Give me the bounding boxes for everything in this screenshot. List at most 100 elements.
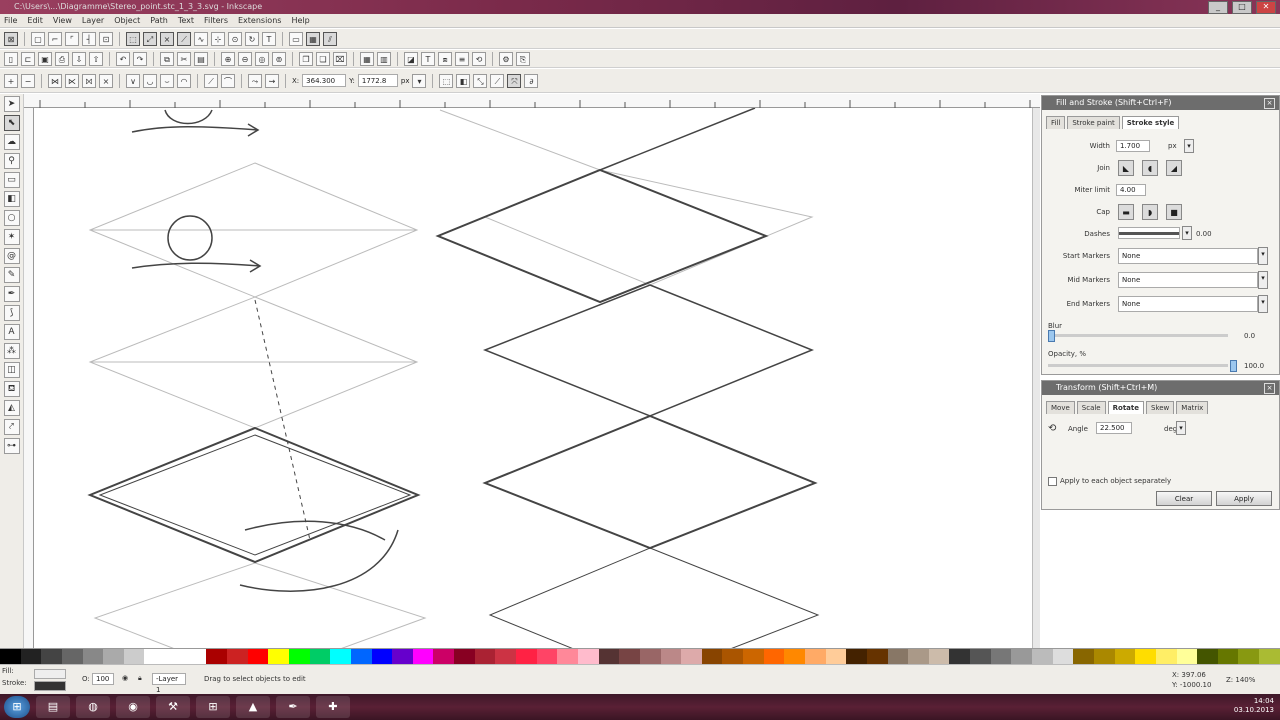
miter-limit-field[interactable]: 4.00 xyxy=(1116,184,1146,196)
palette-swatch[interactable] xyxy=(763,649,785,665)
zoom-width-icon[interactable]: ⊚ xyxy=(272,51,286,66)
palette-swatch[interactable] xyxy=(1217,649,1239,665)
rectangle-tool-icon[interactable]: ▭ xyxy=(3,172,20,188)
palette-swatch[interactable] xyxy=(61,649,83,665)
blur-slider[interactable] xyxy=(1048,334,1228,337)
zoom-drawing-icon[interactable]: ⊖ xyxy=(238,51,252,66)
unit-dropdown-icon[interactable]: ▾ xyxy=(1184,139,1194,153)
palette-swatch[interactable] xyxy=(1052,649,1074,665)
opacity-slider-handle[interactable] xyxy=(1230,360,1237,372)
palette-swatch[interactable] xyxy=(619,649,640,665)
palette-swatch[interactable] xyxy=(536,649,558,665)
horizontal-ruler[interactable] xyxy=(24,94,1040,108)
miter-join-icon[interactable]: ◣ xyxy=(1118,160,1134,176)
tab-stroke-style[interactable]: Stroke style xyxy=(1121,116,1180,129)
palette-swatch[interactable] xyxy=(82,649,104,665)
palette-swatch[interactable] xyxy=(1011,649,1033,665)
vertical-scrollbar[interactable] xyxy=(1032,108,1040,648)
palette-swatch[interactable] xyxy=(1073,649,1094,665)
show-mask-icon[interactable]: ◧ xyxy=(456,73,471,88)
windows-app-icon[interactable]: ⊞ xyxy=(196,696,230,718)
palette-swatch[interactable] xyxy=(1155,649,1177,665)
start-button[interactable]: ⊞ xyxy=(4,696,30,718)
palette-swatch[interactable] xyxy=(804,649,826,665)
palette-swatch[interactable] xyxy=(247,649,269,665)
x-coordinate-field[interactable]: 364.300 xyxy=(302,74,347,87)
palette-swatch[interactable] xyxy=(412,649,434,665)
join-nodes-icon[interactable]: ⋈ xyxy=(48,73,62,88)
palette-swatch[interactable] xyxy=(41,649,62,665)
tab-scale[interactable]: Scale xyxy=(1076,401,1106,414)
panel-header[interactable]: Fill and Stroke (Shift+Ctrl+F) × xyxy=(1042,96,1279,110)
snap-paths-icon[interactable]: ⤢ xyxy=(143,31,157,46)
ungroup-icon[interactable]: ▥ xyxy=(377,51,391,66)
y-coordinate-field[interactable]: 1772.8 xyxy=(357,74,398,87)
palette-swatch[interactable] xyxy=(288,649,310,665)
tab-matrix[interactable]: Matrix xyxy=(1176,401,1209,414)
pen-tool-icon[interactable]: ✒ xyxy=(3,286,20,302)
apply-each-checkbox[interactable] xyxy=(1048,477,1057,486)
stroke-indicator[interactable] xyxy=(34,681,66,691)
palette-swatch[interactable] xyxy=(846,649,867,665)
angle-field[interactable]: 22.500 xyxy=(1096,422,1132,434)
palette-swatch[interactable] xyxy=(866,649,888,665)
clone-icon[interactable]: ❏ xyxy=(316,51,330,66)
palette-swatch[interactable] xyxy=(1197,649,1218,665)
palette-swatch[interactable] xyxy=(144,649,166,665)
insert-node-icon[interactable]: + xyxy=(4,73,18,88)
next-path-effect-icon[interactable]: ∂ xyxy=(524,73,539,88)
palette-swatch[interactable] xyxy=(887,649,909,665)
layer-selector[interactable]: -Layer 1 xyxy=(152,673,186,694)
text-font-icon[interactable]: T xyxy=(421,51,435,66)
copy-icon[interactable]: ⧉ xyxy=(160,51,174,66)
palette-swatch[interactable] xyxy=(516,649,537,665)
palette-swatch[interactable] xyxy=(1135,649,1156,665)
tools-icon[interactable]: ⚒ xyxy=(156,696,190,718)
connector-tool-icon[interactable]: ⊶ xyxy=(3,438,20,454)
export-icon[interactable]: ⇧ xyxy=(89,51,103,66)
palette-swatch[interactable] xyxy=(557,649,578,665)
palette-swatch[interactable] xyxy=(330,649,351,665)
clear-button[interactable]: Clear xyxy=(1156,491,1212,506)
auto-smooth-node-icon[interactable]: ◠ xyxy=(177,73,191,88)
mid-markers-select[interactable]: None xyxy=(1118,272,1258,288)
dropper-tool-icon[interactable]: ⤤ xyxy=(3,419,20,435)
palette-swatch[interactable] xyxy=(660,649,682,665)
menu-edit[interactable]: Edit xyxy=(27,16,43,25)
palette-swatch[interactable] xyxy=(165,649,186,665)
start-markers-select[interactable]: None xyxy=(1118,248,1258,264)
palette-swatch[interactable] xyxy=(1238,649,1260,665)
palette-swatch[interactable] xyxy=(1176,649,1198,665)
smooth-node-icon[interactable]: ◡ xyxy=(143,73,157,88)
palette-swatch[interactable] xyxy=(598,649,620,665)
zoom-page-icon[interactable]: ◎ xyxy=(255,51,269,66)
palette-swatch[interactable] xyxy=(908,649,929,665)
close-icon[interactable]: × xyxy=(1264,383,1275,394)
unit-dropdown-icon[interactable]: ▾ xyxy=(412,73,427,88)
snap-midpoint-icon[interactable]: ┤ xyxy=(82,31,96,46)
eye-icon[interactable]: ◉ xyxy=(122,674,128,682)
palette-swatch[interactable] xyxy=(227,649,248,665)
ellipse-tool-icon[interactable]: ○ xyxy=(3,210,20,226)
group-icon[interactable]: ▦ xyxy=(360,51,374,66)
cut-icon[interactable]: ✂ xyxy=(177,51,191,66)
palette-swatch[interactable] xyxy=(722,649,744,665)
opacity-slider[interactable] xyxy=(1048,364,1228,367)
snap-toggle-icon[interactable]: ⊠ xyxy=(4,31,18,46)
snap-cusp-icon[interactable]: ⟋ xyxy=(177,31,191,46)
delete-segment-icon[interactable]: ⨯ xyxy=(99,73,113,88)
palette-swatch[interactable] xyxy=(309,649,331,665)
show-clip-icon[interactable]: ⬚ xyxy=(439,73,454,88)
snap-corner-icon[interactable]: ⌜ xyxy=(65,31,79,46)
xml-editor-icon[interactable]: ⧈ xyxy=(438,51,452,66)
eraser-tool-icon[interactable]: ◫ xyxy=(3,362,20,378)
snap-midpoints-icon[interactable]: ⊹ xyxy=(211,31,225,46)
palette-swatch[interactable] xyxy=(990,649,1012,665)
dash-pattern-selector[interactable] xyxy=(1118,227,1180,239)
palette-swatch[interactable] xyxy=(1032,649,1053,665)
zoom-selection-icon[interactable]: ⊕ xyxy=(221,51,235,66)
menu-path[interactable]: Path xyxy=(150,16,168,25)
palette-swatch[interactable] xyxy=(577,649,599,665)
open-icon[interactable]: ⊏ xyxy=(21,51,35,66)
blur-slider-handle[interactable] xyxy=(1048,330,1055,342)
